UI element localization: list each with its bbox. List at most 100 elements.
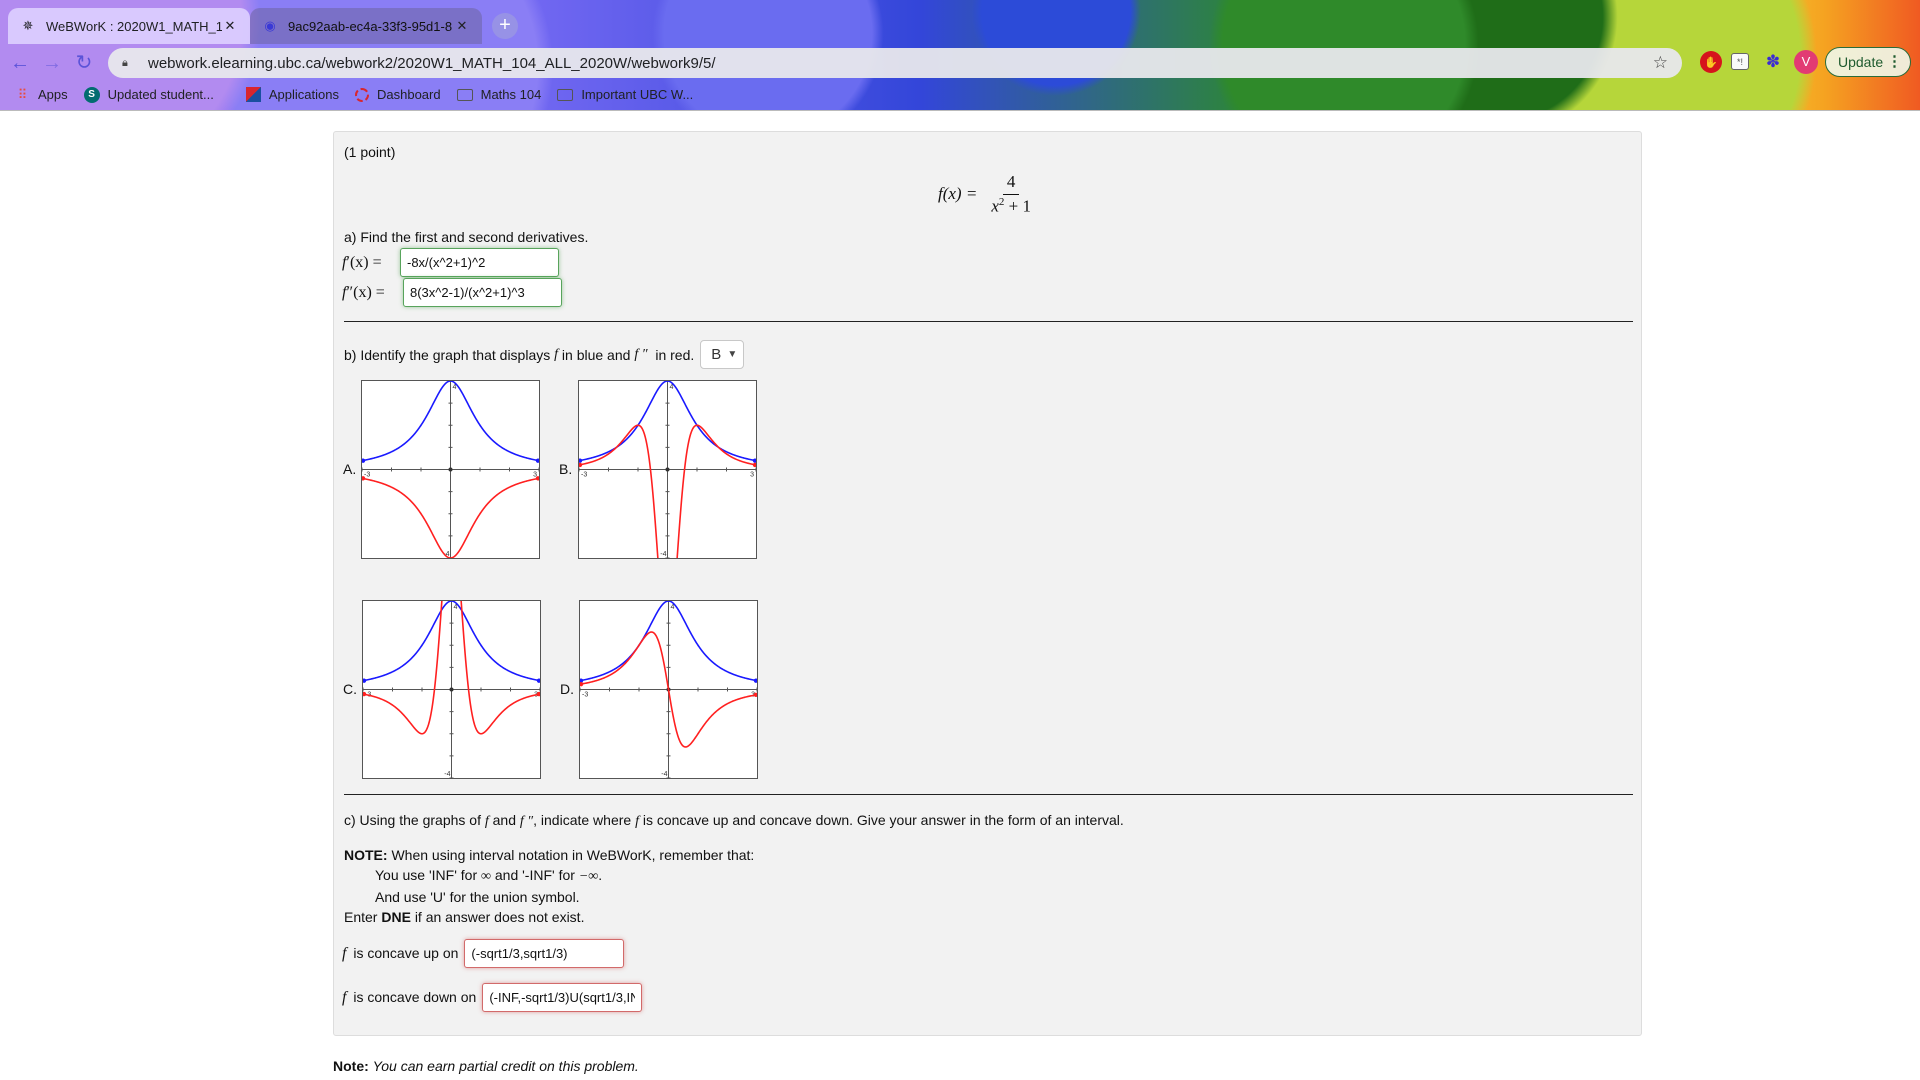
- password-manager-extension-icon[interactable]: *!: [1731, 53, 1749, 70]
- ubc-icon: [245, 87, 261, 102]
- answer-warning: At least one of the answers above is NOT…: [333, 104, 620, 112]
- first-derivative-label: f′(x) =: [342, 254, 400, 272]
- chevron-down-icon: ▼: [727, 349, 738, 360]
- browser-chrome: ✵ WeBWorK : 2020W1_MATH_104_ALL_2020W ✕ …: [0, 0, 1920, 111]
- graph-label-d: D.: [560, 681, 574, 697]
- formula-denominator: x2 + 1: [991, 195, 1031, 217]
- lhs-rest: ″(x) =: [346, 283, 385, 301]
- concave-down-label: f is concave down on: [342, 989, 476, 1007]
- concave-down-row: f is concave down on: [342, 983, 643, 1012]
- concave-up-label: f is concave up on: [342, 945, 458, 963]
- bookmark-star-icon[interactable]: ☆: [1653, 53, 1668, 73]
- den-exp: 2: [998, 196, 1005, 208]
- bookmark-updated-student[interactable]: S Updated student...: [83, 86, 214, 103]
- globe-icon: ◉: [264, 18, 276, 33]
- second-derivative-row: f″(x) =: [342, 278, 562, 307]
- profile-avatar[interactable]: V: [1794, 50, 1818, 74]
- graph-d: -3 34-4: [579, 600, 758, 779]
- f-symbol: f: [342, 944, 347, 962]
- graph-label-a: A.: [343, 461, 357, 477]
- f-symbol: f: [342, 988, 347, 1006]
- bookmark-apps[interactable]: ⠿ Apps: [14, 87, 68, 103]
- endpoint-dot: [579, 462, 583, 468]
- origin-dot: [449, 687, 454, 692]
- reload-icon[interactable]: ↻: [72, 51, 96, 75]
- tab-strip: ✵ WeBWorK : 2020W1_MATH_104_ALL_2020W ✕ …: [0, 0, 1920, 45]
- tab-title: WeBWorK : 2020W1_MATH_104_ALL_2020W: [46, 18, 222, 34]
- bookmark-label: Dashboard: [377, 87, 441, 102]
- new-tab-button[interactable]: +: [492, 13, 518, 39]
- bookmark-label: Important UBC W...: [581, 87, 694, 102]
- address-bar[interactable]: 🔒︎ webwork.elearning.ubc.ca/webwork2/202…: [108, 48, 1682, 78]
- close-tab-icon[interactable]: ✕: [454, 18, 470, 34]
- second-derivative-label: f″(x) =: [342, 284, 403, 302]
- bookmark-label: Updated student...: [107, 87, 214, 102]
- note-text: .: [598, 867, 603, 883]
- chrome-divider: [0, 110, 1920, 111]
- browser-toolbar: ← → ↻ 🔒︎ webwork.elearning.ubc.ca/webwor…: [0, 45, 1920, 81]
- interval-note: NOTE: When using interval notation in We…: [344, 845, 754, 927]
- webwork-icon: ✵: [22, 18, 34, 33]
- part-c-text: and: [492, 812, 516, 828]
- extensions-puzzle-icon[interactable]: ✽: [1762, 51, 1784, 73]
- bookmark-important-ubc[interactable]: Important UBC W...: [557, 87, 693, 102]
- endpoint-dot: [753, 678, 757, 683]
- tab-document[interactable]: ◉ 9ac92aab-ec4a-33f3-95d1-8 ✕: [250, 8, 482, 44]
- section-divider: [344, 794, 1633, 795]
- partial-credit-note: Note: You can earn partial credit on thi…: [333, 1058, 639, 1074]
- x-tick-label: 3: [750, 472, 754, 479]
- y-tick-label: 4: [454, 604, 458, 611]
- part-c-text: , indicate where: [533, 812, 632, 828]
- f-symbol: f: [635, 814, 639, 829]
- part-b-text: in blue and: [561, 346, 631, 363]
- url-text[interactable]: webwork.elearning.ubc.ca/webwork2/2020W1…: [148, 55, 1653, 72]
- back-icon[interactable]: ←: [8, 51, 32, 75]
- selected-graph: B: [711, 346, 722, 363]
- tab-title: 9ac92aab-ec4a-33f3-95d1-8: [288, 18, 453, 34]
- graph-select-dropdown[interactable]: B ▼: [700, 340, 745, 369]
- close-tab-icon[interactable]: ✕: [222, 18, 238, 34]
- concave-up-input[interactable]: [464, 939, 625, 968]
- label-text: is concave up on: [353, 944, 459, 961]
- forward-icon[interactable]: →: [40, 51, 64, 75]
- endpoint-dot: [753, 692, 757, 698]
- note-text: if an answer does not exist.: [414, 909, 585, 925]
- update-label: Update: [1838, 54, 1884, 70]
- bookmark-dashboard[interactable]: Dashboard: [355, 87, 441, 102]
- problem-box: (1 point) f(x) = 4 x2 + 1 a) Find the fi…: [333, 131, 1642, 1036]
- function-formula: f(x) = 4 x2 + 1: [938, 172, 1031, 217]
- endpoint-dot: [536, 691, 540, 697]
- sharepoint-icon: S: [83, 86, 100, 103]
- folder-icon: [456, 88, 473, 101]
- adblock-extension-icon[interactable]: ✋: [1700, 51, 1722, 73]
- tab-webwork[interactable]: ✵ WeBWorK : 2020W1_MATH_104_ALL_2020W ✕: [8, 8, 250, 44]
- note-bold: NOTE:: [344, 847, 388, 863]
- point-value: (1 point): [344, 144, 396, 160]
- part-a-title: a) Find the first and second derivatives…: [344, 229, 589, 245]
- first-derivative-input[interactable]: [400, 248, 559, 277]
- neg-infinity-symbol: −∞: [578, 869, 599, 884]
- endpoint-dot: [536, 678, 540, 683]
- note-bold: Note:: [333, 1058, 369, 1074]
- concave-up-row: f is concave up on: [342, 939, 625, 968]
- note-text: When using interval notation in WeBWorK,…: [391, 847, 755, 863]
- second-derivative-input[interactable]: [403, 278, 562, 307]
- den-rest: + 1: [1008, 196, 1031, 216]
- bookmark-maths-104[interactable]: Maths 104: [456, 87, 541, 102]
- dne-bold: DNE: [381, 909, 411, 925]
- menu-kebab-icon[interactable]: ⋮: [1887, 52, 1902, 70]
- note-line-2: You use 'INF' for ∞ and '-INF' for −∞.: [344, 865, 754, 887]
- bookmark-applications[interactable]: Applications: [245, 87, 339, 102]
- endpoint-dot: [535, 476, 539, 481]
- part-b-text: in red.: [655, 346, 695, 363]
- concave-down-input[interactable]: [482, 983, 643, 1012]
- y-tick-label: -4: [444, 771, 450, 778]
- endpoint-dot: [363, 678, 367, 683]
- note-text: Enter: [344, 909, 378, 925]
- f-symbol: f: [554, 346, 559, 362]
- graph-label-b: B.: [559, 461, 573, 477]
- update-button[interactable]: Update ⋮: [1825, 47, 1911, 77]
- y-tick-label: 4: [671, 604, 675, 611]
- endpoint-dot: [579, 458, 583, 463]
- endpoint-dot: [362, 458, 366, 463]
